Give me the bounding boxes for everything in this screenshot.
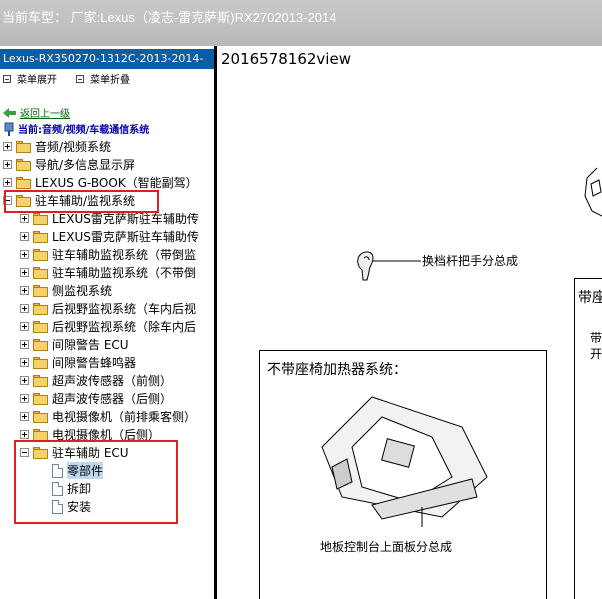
back-link[interactable]: 返回上一级 [3, 105, 70, 120]
expand-toggle-icon[interactable] [20, 286, 29, 295]
shift-knob-drawing [357, 251, 421, 281]
diagram-box-title: 不带座椅加热器系统： [267, 362, 407, 378]
folder-icon [33, 248, 48, 261]
diagram-box-with-seat-heater: 带座 带 开 [574, 278, 602, 599]
expand-toggle-icon[interactable] [20, 430, 29, 439]
tree-item-label: 超声波传感器（后侧） [52, 392, 173, 406]
folder-icon [33, 302, 48, 315]
tree-subitem[interactable]: LEXUS雷克萨斯驻车辅助传 [20, 228, 199, 245]
tree-item-navigation[interactable]: 导航/多信息显示屏 [3, 156, 135, 173]
folder-icon [16, 140, 31, 153]
folder-icon [33, 284, 48, 297]
tree-subitem[interactable]: 超声波传感器（前侧） [20, 372, 172, 389]
tree-subitem[interactable]: 驻车辅助监视系统（不带倒 [20, 264, 196, 281]
folder-icon [33, 320, 48, 333]
navigation-tree-panel: Lexus-RX350270-1312C-2013-2014- 菜单展开 菜单折… [0, 46, 214, 599]
expand-toggle-icon[interactable] [20, 304, 29, 313]
location-pin-icon [4, 122, 14, 136]
expand-icon [3, 74, 11, 83]
back-arrow-icon [3, 107, 16, 118]
folder-icon [33, 392, 48, 405]
collapse-menu-label: 菜单折叠 [90, 75, 130, 86]
expand-menu-button[interactable]: 菜单展开 [3, 71, 57, 86]
tree-item-label: 后视野监视系统（车内后视 [52, 302, 197, 316]
diagram-box-text: 开 [590, 347, 602, 361]
expand-toggle-icon[interactable] [20, 250, 29, 259]
expand-toggle-icon[interactable] [20, 358, 29, 367]
highlight-box-parking-assist [4, 190, 159, 213]
tree-item-label: 侧监视系统 [52, 284, 113, 298]
tree-item-label: 音频/视频系统 [35, 140, 112, 154]
expand-menu-label: 菜单展开 [17, 75, 57, 86]
tree-toolbar: 菜单展开 菜单折叠 [0, 70, 214, 88]
folder-icon [33, 230, 48, 243]
tree-item-audio-video[interactable]: 音频/视频系统 [3, 138, 111, 155]
expand-toggle-icon[interactable] [3, 178, 12, 187]
expand-toggle-icon[interactable] [20, 232, 29, 241]
tree-item-label: 间隙警告蜂鸣器 [52, 356, 137, 370]
console-panel-label: 地板控制台上面板分总成 [320, 540, 453, 554]
tree-item-gbook[interactable]: LEXUS G-BOOK（智能副驾） [3, 174, 198, 191]
expand-toggle-icon[interactable] [20, 394, 29, 403]
tree-subitem[interactable]: 驻车辅助监视系统（带倒监 [20, 246, 196, 263]
expand-toggle-icon[interactable] [3, 142, 12, 151]
tree-item-label: LEXUS雷克萨斯驻车辅助传 [52, 230, 199, 244]
current-path: 当前:音频/视频/车载通信系统 [3, 121, 149, 136]
expand-toggle-icon[interactable] [20, 412, 29, 421]
back-link-label: 返回上一级 [20, 109, 70, 120]
expand-toggle-icon[interactable] [3, 160, 12, 169]
folder-icon [33, 212, 48, 225]
folder-icon [33, 356, 48, 369]
expand-toggle-icon[interactable] [20, 214, 29, 223]
tree-item-label: 间隙警告 ECU [52, 338, 129, 352]
folder-icon [16, 158, 31, 171]
console-panel-drawing [321, 396, 488, 527]
diagram-box-text: 带 [590, 331, 602, 345]
tree-subitem[interactable]: 后视野监视系统（除车内后 [20, 318, 196, 335]
folder-icon [33, 410, 48, 423]
tree-item-label: 导航/多信息显示屏 [35, 158, 136, 172]
partial-part-drawing [584, 167, 602, 217]
tree-subitem[interactable]: 超声波传感器（后侧） [20, 390, 172, 407]
expand-toggle-icon[interactable] [20, 376, 29, 385]
tree-subitem[interactable]: 电视摄像机（前排乘客侧） [20, 408, 196, 425]
tree-item-label: 电视摄像机（前排乘客侧） [52, 410, 197, 424]
tree-item-label: 后视野监视系统（除车内后 [52, 320, 197, 334]
diagram-box-no-seat-heater: 不带座椅加热器系统： 地板控制台上面板分总成 [259, 350, 547, 599]
title-bar: 当前车型： 厂家:Lexus（凌志-雷克萨斯)RX2702013-2014 [0, 0, 602, 46]
tree-item-label: LEXUS G-BOOK（智能副驾） [35, 176, 198, 190]
tree-subitem[interactable]: 后视野监视系统（车内后视 [20, 300, 196, 317]
folder-icon [33, 266, 48, 279]
tree-item-label: 超声波传感器（前侧） [52, 374, 173, 388]
collapse-icon [76, 74, 84, 83]
tree-subitem[interactable]: 间隙警告 ECU [20, 336, 129, 353]
tree-subitem[interactable]: 间隙警告蜂鸣器 [20, 354, 136, 371]
folder-icon [33, 338, 48, 351]
view-title: 2016578162view [221, 50, 351, 68]
expand-toggle-icon[interactable] [20, 322, 29, 331]
tree-item-label: 驻车辅助监视系统（带倒监 [52, 248, 197, 262]
vehicle-model-title: 当前车型： 厂家:Lexus（凌志-雷克萨斯)RX2702013-2014 [2, 10, 337, 25]
expand-toggle-icon[interactable] [20, 340, 29, 349]
highlight-box-parking-ecu [14, 440, 178, 524]
collapse-menu-button[interactable]: 菜单折叠 [76, 71, 130, 86]
content-view: 2016578162view 换档杆把手分总成 不带座椅加热器系统： 地板控制台… [217, 46, 602, 599]
current-path-label: 当前:音频/视频/车载通信系统 [18, 125, 150, 136]
shift-knob-label: 换档杆把手分总成 [422, 254, 519, 268]
folder-icon [33, 374, 48, 387]
expand-toggle-icon[interactable] [20, 268, 29, 277]
tree-item-label: 驻车辅助监视系统（不带倒 [52, 266, 197, 280]
folder-icon [33, 428, 48, 441]
diagram-box-title: 带座 [578, 290, 602, 306]
tree-subitem[interactable]: 侧监视系统 [20, 282, 112, 299]
tree-panel-header: Lexus-RX350270-1312C-2013-2014- [0, 49, 214, 69]
folder-icon [16, 176, 31, 189]
